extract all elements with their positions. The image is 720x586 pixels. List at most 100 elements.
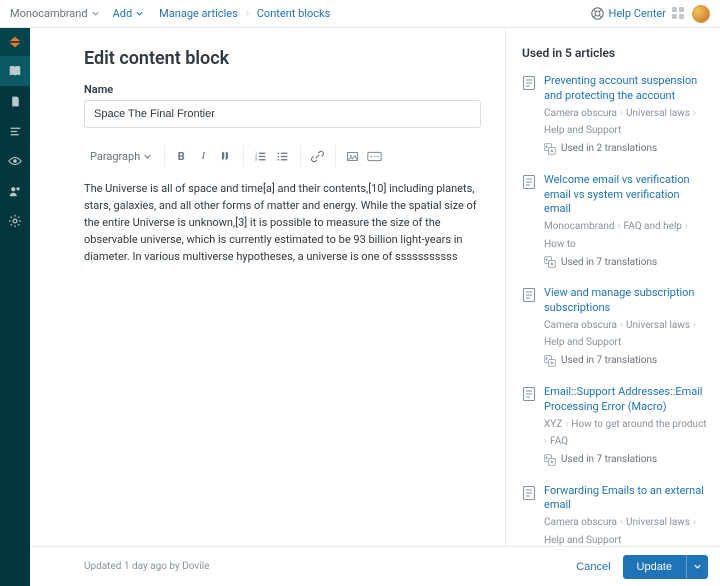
article-title-link[interactable]: Email::Support Addresses::Email Processi… — [544, 385, 708, 415]
article-translations: Used in 2 translations — [544, 143, 708, 155]
crumb: Help and Support — [544, 124, 621, 139]
embed-icon — [367, 151, 382, 162]
unordered-list-button[interactable] — [271, 145, 293, 167]
nav-item-settings[interactable] — [0, 206, 30, 236]
article-breadcrumb: Camera obscura›Universal laws›Help and S… — [544, 516, 708, 546]
chevron-right-icon: › — [544, 435, 547, 450]
editor-body[interactable]: The Universe is all of space and time[a]… — [84, 180, 481, 265]
crumb: Camera obscura — [544, 516, 617, 531]
lifesaver-icon — [591, 7, 604, 20]
chevron-right-icon: › — [685, 220, 688, 235]
article-title-link[interactable]: Forwarding Emails to an external email — [544, 484, 708, 514]
article-item: Forwarding Emails to an external email C… — [522, 484, 708, 546]
breadcrumb: Manage articles Content blocks — [159, 7, 330, 20]
book-open-icon — [8, 64, 22, 78]
document-icon — [522, 386, 536, 402]
nav-item-arrange[interactable] — [0, 116, 30, 146]
article-title-link[interactable]: Welcome email vs verification email vs s… — [544, 173, 708, 218]
image-button[interactable] — [341, 145, 363, 167]
cancel-button[interactable]: Cancel — [564, 555, 622, 579]
user-avatar[interactable] — [692, 5, 710, 23]
article-translations: Used in 7 translations — [544, 355, 708, 367]
document-icon — [9, 95, 22, 108]
svg-text:3: 3 — [255, 156, 258, 161]
crumb: Camera obscura — [544, 107, 617, 122]
help-center-link[interactable]: Help Center — [591, 7, 667, 20]
name-input[interactable] — [84, 100, 481, 128]
editor-column: Edit content block Name Paragraph B I — [30, 28, 505, 546]
help-center-label: Help Center — [609, 7, 667, 20]
chevron-right-icon: › — [693, 107, 696, 122]
chevron-down-icon — [694, 564, 701, 569]
last-updated: Updated 1 day ago by Dovile — [84, 561, 209, 572]
crumb: Universal laws — [626, 107, 690, 122]
chevron-right-icon — [244, 11, 251, 16]
crumb: Monocambrand — [544, 220, 615, 235]
topbar: Monocambrand Add Manage articles Content… — [0, 0, 720, 28]
lines-icon — [9, 125, 22, 138]
breadcrumb-content-blocks[interactable]: Content blocks — [257, 7, 330, 20]
apps-grid-icon[interactable] — [672, 7, 686, 21]
article-breadcrumb: Camera obscura›Universal laws›Help and S… — [544, 319, 708, 351]
footer: Updated 1 day ago by Dovile Cancel Updat… — [30, 546, 720, 586]
link-button[interactable] — [306, 145, 328, 167]
article-item: View and manage subscription subscriptio… — [522, 286, 708, 367]
editor-toolbar: Paragraph B I 123 — [84, 142, 481, 170]
nav-item-knowledge[interactable] — [0, 56, 30, 86]
document-icon — [522, 75, 536, 91]
chevron-right-icon: › — [693, 516, 696, 531]
brand-selector[interactable]: Monocambrand — [10, 7, 99, 20]
link-icon — [311, 150, 324, 163]
embed-button[interactable] — [363, 145, 385, 167]
crumb: XYZ — [544, 418, 562, 433]
document-icon — [522, 174, 536, 190]
crumb: FAQ and help — [624, 220, 682, 235]
nav-item-users[interactable] — [0, 176, 30, 206]
ordered-list-button[interactable]: 123 — [249, 145, 271, 167]
paragraph-label: Paragraph — [90, 150, 140, 163]
article-breadcrumb: Camera obscura›Universal laws›Help and S… — [544, 107, 708, 139]
update-dropdown[interactable] — [686, 555, 708, 579]
sidebar — [0, 28, 30, 586]
italic-button[interactable]: I — [192, 145, 214, 167]
chevron-right-icon: › — [620, 107, 623, 122]
chevron-right-icon: › — [693, 319, 696, 334]
update-button[interactable]: Update — [623, 555, 686, 579]
chevron-right-icon: › — [565, 418, 568, 433]
blockquote-button[interactable] — [214, 145, 236, 167]
users-icon — [8, 184, 22, 198]
breadcrumb-manage-articles[interactable]: Manage articles — [159, 7, 238, 20]
chevron-down-icon — [136, 11, 143, 16]
add-dropdown[interactable]: Add — [113, 7, 144, 20]
crumb: Universal laws — [626, 516, 690, 531]
crumb: Help and Support — [544, 336, 621, 351]
crumb: FAQ — [550, 435, 568, 450]
article-breadcrumb: XYZ›How to get around the product›FAQ — [544, 418, 708, 450]
product-logo[interactable] — [0, 28, 30, 56]
nav-item-articles[interactable] — [0, 86, 30, 116]
bold-button[interactable]: B — [170, 145, 192, 167]
chevron-right-icon: › — [620, 319, 623, 334]
crumb: How to — [544, 238, 576, 253]
document-icon — [522, 485, 536, 501]
usage-panel: Used in 5 articles Preventing account su… — [505, 28, 720, 546]
article-item: Preventing account suspension and protec… — [522, 74, 708, 155]
chevron-right-icon: › — [618, 220, 621, 235]
article-item: Welcome email vs verification email vs s… — [522, 173, 708, 269]
list-ul-icon — [276, 150, 289, 163]
chevron-down-icon — [92, 11, 99, 16]
article-title-link[interactable]: Preventing account suspension and protec… — [544, 74, 708, 104]
quote-icon — [219, 150, 231, 162]
article-item: Email::Support Addresses::Email Processi… — [522, 385, 708, 466]
document-icon — [522, 287, 536, 303]
image-icon — [346, 150, 359, 163]
article-title-link[interactable]: View and manage subscription subscriptio… — [544, 286, 708, 316]
crumb: Universal laws — [626, 319, 690, 334]
article-breadcrumb: Monocambrand›FAQ and help›How to — [544, 220, 708, 252]
crumb: Camera obscura — [544, 319, 617, 334]
chevron-right-icon: › — [620, 516, 623, 531]
nav-item-preview[interactable] — [0, 146, 30, 176]
brand-name: Monocambrand — [10, 7, 88, 20]
paragraph-dropdown[interactable]: Paragraph — [84, 145, 157, 167]
gear-icon — [8, 214, 22, 228]
